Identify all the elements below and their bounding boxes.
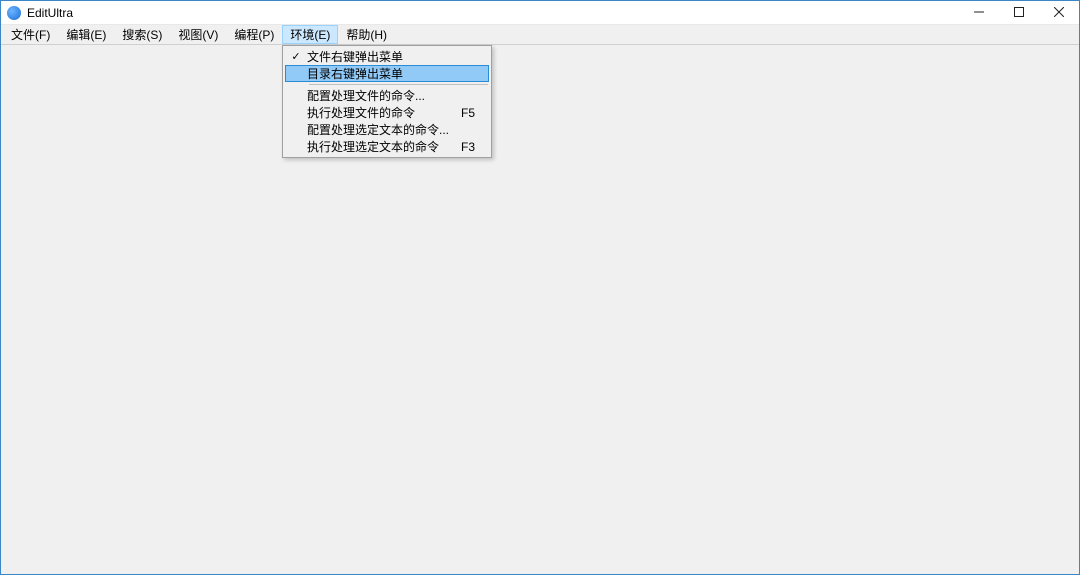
dropdown-item-run-sel-cmd[interactable]: 执行处理选定文本的命令 F3 — [285, 138, 489, 155]
dropdown-item-label: 配置处理文件的命令... — [307, 87, 461, 104]
close-button[interactable] — [1039, 1, 1079, 23]
app-window: EditUltra 文件(F) 编辑(E) 搜索(S) 视图(V) 编程(P) … — [0, 0, 1080, 575]
menu-help[interactable]: 帮助(H) — [338, 25, 395, 44]
minimize-icon — [974, 7, 984, 17]
check-icon: ✓ — [285, 50, 307, 63]
dropdown-item-config-sel-cmd[interactable]: 配置处理选定文本的命令... — [285, 121, 489, 138]
dropdown-item-dir-context-menu[interactable]: 目录右键弹出菜单 — [285, 65, 489, 82]
close-icon — [1054, 7, 1064, 17]
menubar: 文件(F) 编辑(E) 搜索(S) 视图(V) 编程(P) 环境(E) 帮助(H… — [1, 25, 1079, 45]
dropdown-item-label: 目录右键弹出菜单 — [307, 65, 460, 82]
app-icon — [7, 6, 21, 20]
dropdown-item-run-file-cmd[interactable]: 执行处理文件的命令 F5 — [285, 104, 489, 121]
window-title: EditUltra — [27, 6, 959, 20]
dropdown-item-label: 执行处理文件的命令 — [307, 104, 461, 121]
minimize-button[interactable] — [959, 1, 999, 23]
menu-environment[interactable]: 环境(E) — [282, 25, 338, 44]
environment-dropdown: ✓ 文件右键弹出菜单 目录右键弹出菜单 配置处理文件的命令... 执行处理文件的… — [282, 45, 492, 158]
dropdown-item-shortcut: F3 — [461, 140, 489, 154]
dropdown-separator — [309, 84, 488, 85]
dropdown-item-config-file-cmd[interactable]: 配置处理文件的命令... — [285, 87, 489, 104]
dropdown-item-label: 执行处理选定文本的命令 — [307, 138, 461, 155]
titlebar[interactable]: EditUltra — [1, 1, 1079, 25]
menu-view[interactable]: 视图(V) — [170, 25, 226, 44]
menu-edit[interactable]: 编辑(E) — [58, 25, 114, 44]
dropdown-item-shortcut: F5 — [461, 106, 489, 120]
maximize-button[interactable] — [999, 1, 1039, 23]
menu-file[interactable]: 文件(F) — [3, 25, 58, 44]
dropdown-item-label: 配置处理选定文本的命令... — [307, 121, 461, 138]
dropdown-item-label: 文件右键弹出菜单 — [307, 48, 461, 65]
menu-program[interactable]: 编程(P) — [226, 25, 282, 44]
content-area: ✓ 文件右键弹出菜单 目录右键弹出菜单 配置处理文件的命令... 执行处理文件的… — [1, 45, 1079, 574]
window-controls — [959, 1, 1079, 24]
dropdown-item-file-context-menu[interactable]: ✓ 文件右键弹出菜单 — [285, 48, 489, 65]
menu-search[interactable]: 搜索(S) — [114, 25, 170, 44]
maximize-icon — [1014, 7, 1024, 17]
